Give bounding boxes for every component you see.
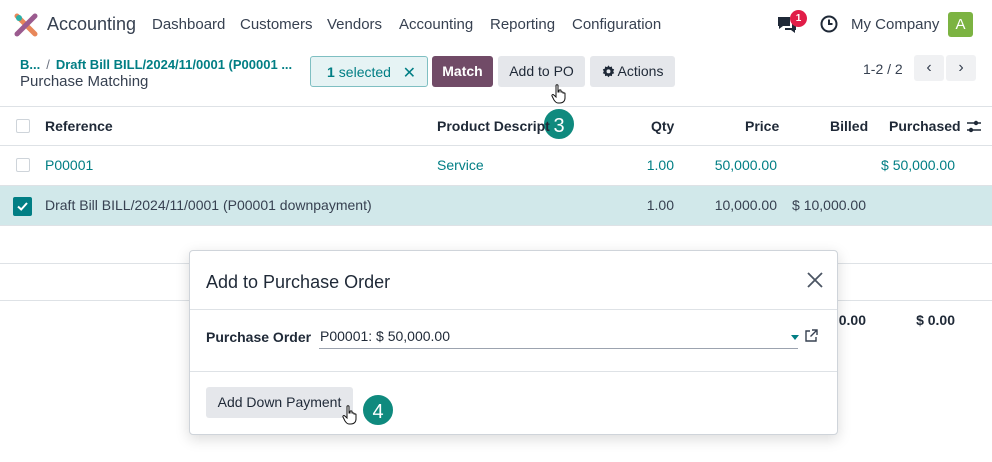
match-button[interactable]: Match [432, 56, 493, 87]
step-4-badge: 4 [361, 393, 395, 427]
top-navbar: Accounting Dashboard Customers Vendors A… [0, 0, 992, 48]
row-qty: 1.00 [646, 157, 674, 173]
row-checkbox-checked[interactable] [13, 197, 32, 216]
row-checkbox[interactable] [16, 158, 30, 172]
row-reference[interactable]: P00001 [45, 157, 93, 173]
actions-button[interactable]: Actions [590, 56, 675, 87]
unselect-close-icon[interactable]: ✕ [403, 63, 416, 83]
breadcrumb-separator: / [46, 57, 50, 72]
pager-previous-icon[interactable]: ‹ [914, 55, 944, 81]
actions-label: Actions [617, 63, 664, 79]
column-purchased[interactable]: Purchased [889, 118, 961, 134]
select-all-checkbox[interactable] [16, 119, 30, 133]
table-row[interactable]: P00001 Service 1.00 50,000.00 $ 50,000.0… [0, 146, 992, 186]
table-row[interactable]: Draft Bill BILL/2024/11/0001 (P00001 dow… [0, 186, 992, 226]
pager-value[interactable]: 1-2 / 2 [863, 61, 903, 77]
purchase-order-label: Purchase Order [206, 329, 312, 345]
external-link-icon[interactable] [803, 328, 819, 344]
selected-label: selected [338, 63, 391, 80]
row-qty: 1.00 [646, 197, 674, 213]
menu-customers[interactable]: Customers [240, 16, 313, 33]
column-qty[interactable]: Qty [651, 118, 674, 134]
close-icon[interactable] [806, 271, 824, 289]
menu-vendors[interactable]: Vendors [327, 16, 382, 33]
row-product[interactable]: Service [437, 157, 484, 173]
gear-icon [602, 65, 614, 78]
row-reference[interactable]: Draft Bill BILL/2024/11/0001 (P00001 dow… [45, 197, 372, 213]
breadcrumb: B... / Draft Bill BILL/2024/11/0001 (P0000… [20, 57, 292, 72]
column-reference[interactable]: Reference [45, 118, 113, 134]
dialog-title: Add to Purchase Order [206, 272, 391, 292]
selected-count: 1 [327, 63, 335, 80]
table-header: Reference Product Descript Qty Price Bil… [0, 106, 992, 146]
column-settings-icon[interactable] [966, 119, 982, 134]
pager-next-icon[interactable]: › [946, 55, 976, 81]
row-price: 10,000.00 [714, 197, 777, 213]
page-title: Purchase Matching [20, 73, 149, 90]
breadcrumb-bill[interactable]: Draft Bill BILL/2024/11/0001 (P00001 ... [56, 57, 292, 72]
company-switcher[interactable]: My Company [851, 16, 939, 33]
column-product-description[interactable]: Product Descript [437, 118, 550, 134]
menu-configuration[interactable]: Configuration [572, 16, 661, 33]
row-purchased: $ 50,000.00 [881, 157, 955, 173]
add-down-payment-button[interactable]: Add Down Payment [206, 387, 353, 418]
row-price: 50,000.00 [714, 157, 777, 173]
column-billed[interactable]: Billed [830, 118, 868, 134]
column-price[interactable]: Price [745, 118, 779, 134]
hand-cursor-icon [551, 84, 566, 104]
hand-cursor-icon [342, 405, 357, 425]
menu-dashboard[interactable]: Dashboard [152, 16, 225, 33]
row-billed: $ 10,000.00 [792, 197, 866, 213]
breadcrumb-root[interactable]: B... [20, 57, 40, 72]
purchase-order-field[interactable]: P00001: $ 50,000.00 [319, 328, 798, 349]
add-to-purchase-order-dialog: Add to Purchase Order Purchase Order P00… [189, 250, 838, 435]
total-purchased: $ 0.00 [916, 312, 955, 328]
chat-count-badge: 1 [790, 10, 807, 27]
menu-accounting[interactable]: Accounting [399, 16, 473, 33]
dropdown-caret-icon[interactable] [791, 335, 799, 340]
dialog-header-divider [190, 309, 837, 310]
add-to-po-button[interactable]: Add to PO [498, 56, 585, 87]
user-avatar[interactable]: A [948, 12, 973, 37]
app-name[interactable]: Accounting [47, 14, 136, 35]
menu-reporting[interactable]: Reporting [490, 16, 555, 33]
dialog-footer-divider [190, 371, 837, 372]
clock-icon[interactable] [820, 15, 838, 33]
accounting-app-icon[interactable] [14, 13, 38, 37]
checkmark-icon [17, 202, 28, 211]
selection-indicator: 1 selected ✕ [310, 56, 428, 87]
